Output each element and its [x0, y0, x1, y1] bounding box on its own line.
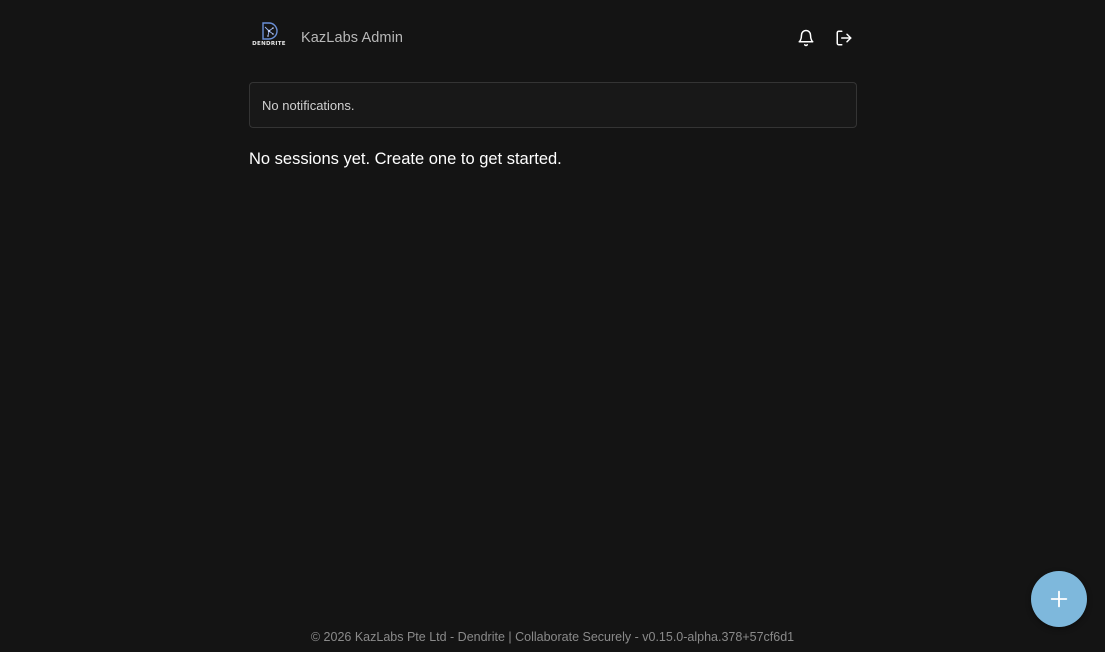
notifications-button[interactable]: [793, 26, 819, 50]
app-title: KazLabs Admin: [301, 30, 404, 46]
app-page: DENDRITE KazLabs Admin No notifications.…: [0, 0, 1105, 652]
brand[interactable]: DENDRITE KazLabs Admin: [252, 22, 403, 54]
create-session-button[interactable]: [1031, 571, 1087, 627]
dendrite-logo-icon: [262, 22, 278, 40]
logo-wordmark: DENDRITE: [252, 41, 286, 47]
dendrite-logo: DENDRITE: [252, 22, 286, 54]
header: DENDRITE KazLabs Admin: [249, 0, 857, 76]
header-actions: [793, 26, 857, 50]
notifications-panel: No notifications.: [249, 82, 857, 128]
plus-icon: [1050, 590, 1068, 608]
main-container: DENDRITE KazLabs Admin No notifications.…: [249, 0, 857, 168]
footer: © 2026 KazLabs Pte Ltd - Dendrite | Coll…: [310, 630, 795, 644]
notifications-message: No notifications.: [262, 97, 355, 113]
logout-icon: [836, 30, 852, 46]
logout-button[interactable]: [831, 26, 857, 50]
sessions-empty-message: No sessions yet. Create one to get start…: [249, 150, 562, 168]
bell-icon: [798, 29, 814, 47]
